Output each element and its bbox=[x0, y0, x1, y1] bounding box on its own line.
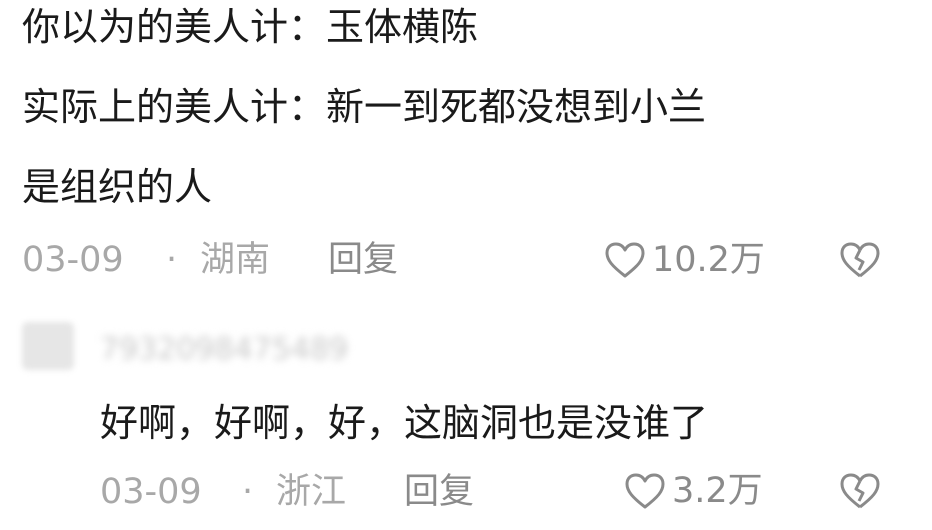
dislike-button[interactable] bbox=[838, 471, 882, 511]
comment-location: 湖南 bbox=[200, 240, 271, 280]
comment-date: 03-09 bbox=[22, 240, 124, 280]
dislike-button[interactable] bbox=[838, 240, 882, 280]
username[interactable]: 7932098475489 bbox=[100, 332, 348, 367]
comment-location: 浙江 bbox=[276, 472, 347, 512]
like-count: 10.2万 bbox=[652, 239, 765, 280]
like-button[interactable]: 10.2万 bbox=[604, 241, 765, 279]
avatar[interactable] bbox=[22, 322, 74, 370]
comment-text: 好啊，好啊，好，这脑洞也是没谁了 bbox=[100, 401, 709, 445]
heart-outline-icon bbox=[624, 472, 666, 510]
heart-outline-icon bbox=[604, 241, 646, 279]
comment-date: 03-09 bbox=[100, 472, 202, 512]
like-button[interactable]: 3.2万 bbox=[624, 472, 763, 510]
comment-text-line-3: 是组织的人 bbox=[22, 165, 213, 209]
comment-text-line-2: 实际上的美人计：新一到死都没想到小兰 bbox=[22, 85, 707, 129]
meta-separator: · bbox=[166, 240, 178, 280]
reply-button[interactable]: 回复 bbox=[404, 475, 474, 510]
meta-separator: · bbox=[242, 472, 254, 512]
broken-heart-icon bbox=[838, 240, 882, 280]
broken-heart-icon bbox=[838, 471, 882, 511]
reply-button[interactable]: 回复 bbox=[328, 243, 398, 278]
comment-text-line-1: 你以为的美人计：玉体横陈 bbox=[22, 5, 479, 49]
like-count: 3.2万 bbox=[672, 470, 763, 511]
